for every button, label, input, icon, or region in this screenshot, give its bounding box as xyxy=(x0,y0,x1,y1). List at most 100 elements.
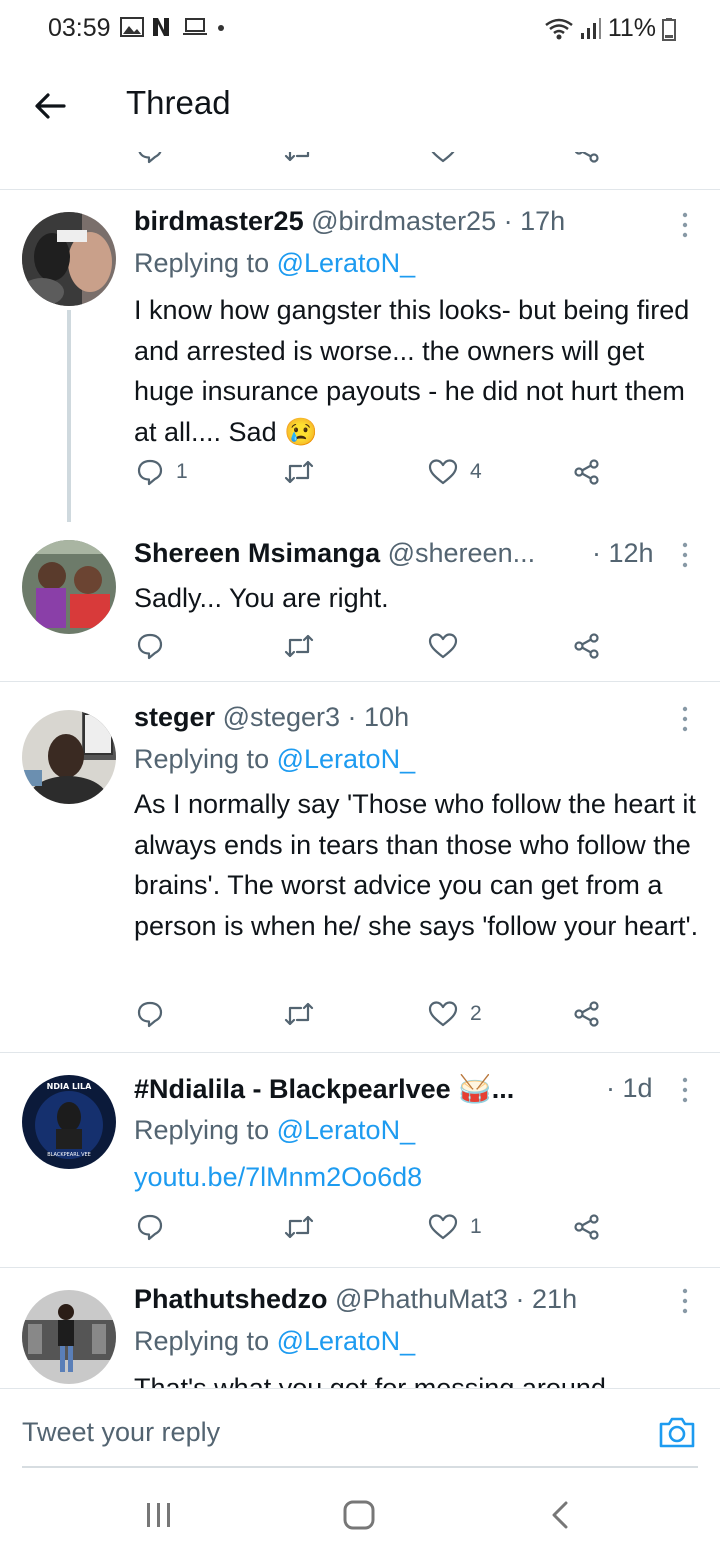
previous-tweet-actions: 4 37 xyxy=(0,152,720,188)
retweet-button[interactable] xyxy=(284,632,314,660)
back-arrow-icon[interactable] xyxy=(30,86,70,126)
gallery-icon xyxy=(120,17,144,37)
tweet-time: · 12h xyxy=(592,538,654,568)
avatar[interactable] xyxy=(22,540,116,634)
comment-icon xyxy=(137,1001,163,1028)
heart-icon xyxy=(428,633,458,659)
heart-icon xyxy=(428,1214,458,1240)
replying-label: Replying to xyxy=(134,1115,270,1145)
retweet-icon xyxy=(284,460,314,484)
tweet-birdmaster25[interactable]: birdmaster25 @birdmaster25 · 17h Replyin… xyxy=(0,190,720,522)
like-button[interactable]: 1 xyxy=(428,1213,482,1241)
status-bar: 03:59 11% xyxy=(0,0,720,60)
tweet-phathutshedzo[interactable]: Phathutshedzo @PhathuMat3 · 21h Replying… xyxy=(0,1268,720,1388)
heart-icon xyxy=(428,1001,458,1027)
tweet-ndialila[interactable]: NDIA LILA BLACKPEARL VEE #Ndialila - Blac… xyxy=(0,1053,720,1267)
display-name[interactable]: #Ndialila - Blackpearlvee 🥁... xyxy=(134,1074,514,1104)
wifi-icon xyxy=(545,18,573,39)
tweet-time: · 1d xyxy=(606,1073,653,1103)
user-handle[interactable]: @steger3 xyxy=(223,702,340,732)
reply-count: 1 xyxy=(176,460,188,483)
more-vertical-icon[interactable] xyxy=(678,1075,692,1105)
tweet-steger[interactable]: steger @steger3 · 10h Replying to @Lerat… xyxy=(0,682,720,1052)
user-handle[interactable]: @PhathuMat3 xyxy=(335,1284,508,1314)
more-vertical-icon[interactable] xyxy=(678,1286,692,1316)
share-icon xyxy=(574,1001,599,1027)
comment-icon[interactable] xyxy=(136,152,164,164)
replying-to: Replying to @LeratoN_ xyxy=(134,744,415,775)
avatar-text-top: NDIA LILA xyxy=(47,1082,92,1091)
avatar[interactable] xyxy=(22,212,116,306)
display-name[interactable]: Shereen Msimanga xyxy=(134,538,380,568)
like-button[interactable]: 2 xyxy=(428,1000,482,1028)
dot-icon xyxy=(218,25,224,31)
display-name[interactable]: birdmaster25 xyxy=(134,206,304,236)
retweet-button[interactable] xyxy=(284,1000,314,1028)
tweet-actions: 2 xyxy=(0,1000,720,1040)
youtube-link[interactable]: youtu.be/7lMnm2Oo6d8 xyxy=(134,1157,704,1198)
tweet-header: steger @steger3 · 10h xyxy=(134,702,680,733)
recent-apps-icon[interactable] xyxy=(144,1500,174,1530)
mention-link[interactable]: @LeratoN_ xyxy=(277,1326,415,1356)
share-button[interactable] xyxy=(572,458,602,486)
tweet-shereen-msimanga[interactable]: Shereen Msimanga @shereen... · 12h Sadly… xyxy=(0,518,720,680)
share-button[interactable] xyxy=(572,1213,602,1241)
reply-button[interactable] xyxy=(136,1000,164,1028)
display-name[interactable]: steger xyxy=(134,702,215,732)
share-button[interactable] xyxy=(572,632,602,660)
heart-icon xyxy=(428,459,458,485)
thread-feed[interactable]: 4 37 birdmaster25 @birdmaster25 · 17h Re… xyxy=(0,152,720,1388)
reply-input-underline xyxy=(22,1466,698,1468)
mention-link[interactable]: @LeratoN_ xyxy=(277,744,415,774)
retweet-icon xyxy=(284,1215,314,1239)
camera-icon[interactable] xyxy=(658,1415,696,1449)
replying-label: Replying to xyxy=(134,1326,270,1356)
home-icon[interactable] xyxy=(342,1500,376,1530)
display-name[interactable]: Phathutshedzo xyxy=(134,1284,328,1314)
more-vertical-icon[interactable] xyxy=(678,210,692,240)
share-button[interactable] xyxy=(572,1000,602,1028)
comment-icon xyxy=(137,1214,163,1241)
more-vertical-icon[interactable] xyxy=(678,540,692,570)
retweet-button[interactable] xyxy=(284,458,314,486)
laptop-icon xyxy=(183,18,207,35)
share-icon xyxy=(574,1214,599,1240)
reply-button[interactable] xyxy=(136,1213,164,1241)
replying-label: Replying to xyxy=(134,248,270,278)
tweet-actions xyxy=(0,632,720,672)
share-icon[interactable] xyxy=(572,152,602,164)
avatar[interactable]: NDIA LILA BLACKPEARL VEE xyxy=(22,1075,116,1169)
avatar[interactable] xyxy=(22,1290,116,1384)
retweet-icon[interactable] xyxy=(284,152,314,164)
share-icon xyxy=(574,459,599,485)
back-nav-icon[interactable] xyxy=(548,1500,572,1530)
tweet-header: #Ndialila - Blackpearlvee 🥁... xyxy=(134,1073,580,1105)
reply-button[interactable] xyxy=(136,632,164,660)
replying-to: Replying to @LeratoN_ xyxy=(134,1115,415,1146)
status-right: 11% xyxy=(544,14,676,43)
retweet-icon xyxy=(284,634,314,658)
mention-link[interactable]: @LeratoN_ xyxy=(277,248,415,278)
like-count: 2 xyxy=(470,1002,482,1025)
top-bar: Thread xyxy=(0,60,720,152)
tweet-text: As I normally say 'Those who follow the … xyxy=(134,789,699,941)
more-vertical-icon[interactable] xyxy=(678,704,692,734)
tweet-header: Shereen Msimanga @shereen... xyxy=(134,538,580,569)
reply-button[interactable]: 1 xyxy=(136,458,188,486)
like-button[interactable] xyxy=(428,632,458,660)
user-handle[interactable]: @birdmaster25 xyxy=(311,206,496,236)
retweet-button[interactable] xyxy=(284,1213,314,1241)
replying-to: Replying to @LeratoN_ xyxy=(134,1326,415,1357)
like-button[interactable]: 4 xyxy=(428,458,482,486)
comment-icon xyxy=(137,459,163,486)
user-handle[interactable]: @shereen... xyxy=(388,538,536,568)
heart-icon[interactable] xyxy=(428,152,458,164)
mention-link[interactable]: @LeratoN_ xyxy=(277,1115,415,1145)
battery-icon xyxy=(662,17,676,41)
netflix-icon xyxy=(153,18,169,36)
page-title: Thread xyxy=(126,84,231,121)
avatar[interactable] xyxy=(22,710,116,804)
tweet-actions: 1 4 xyxy=(0,458,720,498)
like-count: 1 xyxy=(470,1215,482,1238)
reply-input[interactable]: Tweet your reply xyxy=(22,1417,220,1448)
